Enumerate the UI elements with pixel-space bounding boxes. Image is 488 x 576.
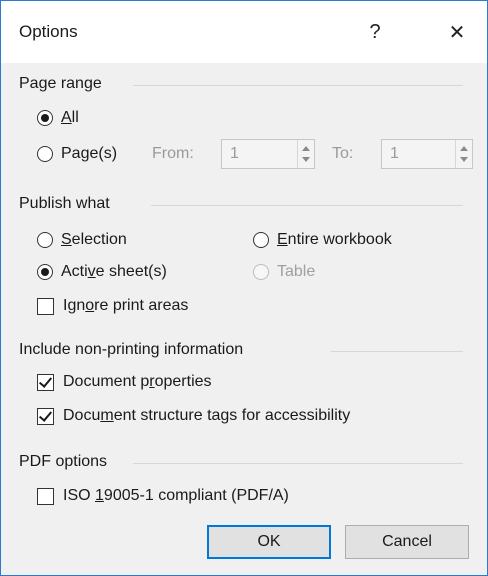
check-icon — [38, 373, 53, 388]
from-value: 1 — [230, 145, 239, 162]
non-printing-heading: Include non-printing information — [19, 341, 244, 358]
spin-down-icon — [302, 157, 310, 162]
checkbox-ignore-print-areas-box — [37, 297, 54, 315]
from-label: From: — [152, 145, 194, 162]
radio-table-label: Table — [277, 263, 316, 280]
radio-all-label: All — [61, 109, 79, 126]
spin-up-icon — [460, 146, 468, 151]
pdf-options-divider — [133, 463, 463, 464]
radio-selection[interactable]: Selection — [37, 231, 127, 249]
checkbox-document-properties-box — [37, 373, 54, 391]
to-spinner[interactable]: 1 — [381, 139, 473, 169]
radio-selected-dot — [41, 114, 49, 122]
pdf-options-heading: PDF options — [19, 453, 108, 470]
radio-table: Table — [253, 263, 315, 281]
checkbox-document-properties[interactable]: Document properties — [37, 373, 212, 391]
radio-pages-indicator — [37, 146, 53, 162]
checkbox-iso-compliant[interactable]: ISO 19005-1 compliant (PDF/A) — [37, 487, 289, 505]
to-value: 1 — [390, 145, 399, 162]
close-icon: ✕ — [448, 21, 466, 44]
radio-active-sheets-indicator — [37, 264, 53, 280]
checkbox-structure-tags[interactable]: Document structure tags for accessibilit… — [37, 407, 350, 425]
close-button[interactable]: ✕ — [435, 11, 479, 53]
checkbox-iso-compliant-label: ISO 19005-1 compliant (PDF/A) — [63, 487, 289, 504]
checkbox-structure-tags-box — [37, 407, 54, 425]
spin-down-icon — [460, 157, 468, 162]
radio-active-sheets[interactable]: Active sheet(s) — [37, 263, 167, 281]
radio-selected-dot — [41, 268, 49, 276]
checkbox-ignore-print-areas[interactable]: Ignore print areas — [37, 297, 188, 315]
radio-pages[interactable]: Page(s) — [37, 145, 117, 163]
check-icon — [38, 407, 53, 422]
radio-table-indicator — [253, 264, 269, 280]
from-spinner-arrows[interactable] — [297, 140, 314, 168]
checkbox-iso-compliant-box — [37, 487, 54, 505]
checkbox-structure-tags-label: Document structure tags for accessibilit… — [63, 407, 351, 424]
from-spinner[interactable]: 1 — [221, 139, 315, 169]
title-bar: Options ? ✕ — [1, 1, 487, 63]
publish-what-heading: Publish what — [19, 195, 110, 212]
help-button[interactable]: ? — [353, 11, 397, 53]
cancel-button[interactable]: Cancel — [345, 525, 469, 559]
radio-selection-label: Selection — [61, 231, 127, 248]
radio-all-indicator — [37, 110, 53, 126]
page-range-heading: Page range — [19, 75, 102, 92]
to-spinner-arrows[interactable] — [455, 140, 472, 168]
radio-entire-workbook-indicator — [253, 232, 269, 248]
radio-active-sheets-label: Active sheet(s) — [61, 263, 167, 280]
ok-button[interactable]: OK — [207, 525, 331, 559]
radio-selection-indicator — [37, 232, 53, 248]
radio-pages-label: Page(s) — [61, 145, 118, 162]
publish-what-divider — [151, 205, 463, 206]
checkbox-document-properties-label: Document properties — [63, 373, 212, 390]
radio-all[interactable]: All — [37, 109, 79, 127]
radio-entire-workbook[interactable]: Entire workbook — [253, 231, 392, 249]
radio-entire-workbook-label: Entire workbook — [277, 231, 392, 248]
page-range-divider — [133, 85, 463, 86]
dialog-title: Options — [19, 22, 78, 41]
dialog-content: Page range All Page(s) From: 1 To: 1 Pub… — [1, 63, 487, 575]
to-label: To: — [332, 145, 354, 162]
non-printing-divider — [331, 351, 463, 352]
spin-up-icon — [302, 146, 310, 151]
options-dialog: Options ? ✕ Page range All Page(s) From:… — [0, 0, 488, 576]
checkbox-ignore-print-areas-label: Ignore print areas — [63, 297, 189, 314]
